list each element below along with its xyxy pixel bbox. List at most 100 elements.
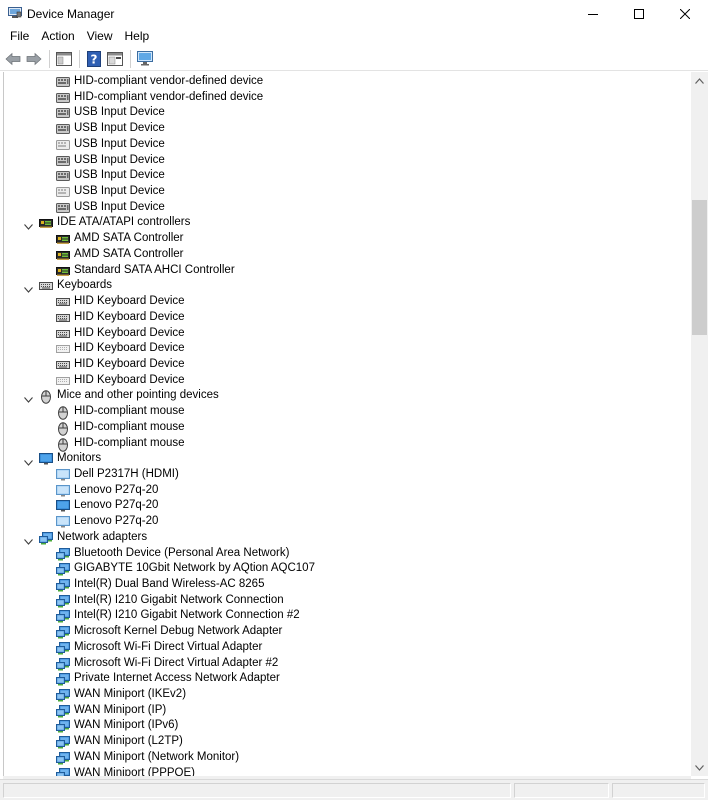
tree-device-usb-input-device[interactable]: USB Input Device: [4, 200, 691, 216]
tree-device-private-internet-access-network-adapter[interactable]: Private Internet Access Network Adapter: [4, 671, 691, 687]
tree-device-hid-compliant-vendor-defined-device[interactable]: HID-compliant vendor-defined device: [4, 74, 691, 90]
scroll-thumb[interactable]: [692, 200, 707, 335]
tree-device-hid-keyboard-device[interactable]: HID Keyboard Device: [4, 373, 691, 389]
tree-item-label: USB Input Device: [74, 185, 165, 198]
tree-item-label: HID Keyboard Device: [74, 357, 185, 370]
tree-item-label: WAN Miniport (Network Monitor): [74, 750, 240, 763]
menu-file[interactable]: File: [4, 27, 35, 46]
tree-device-standard-sata-ahci-controller[interactable]: Standard SATA AHCI Controller: [4, 263, 691, 279]
tree-item-label: Standard SATA AHCI Controller: [74, 263, 235, 276]
tree-device-bluetooth-device-personal-area-network[interactable]: Bluetooth Device (Personal Area Network): [4, 546, 691, 562]
network-device-icon: [56, 673, 70, 686]
tree-device-usb-input-device[interactable]: USB Input Device: [4, 153, 691, 169]
tree-item-label: IDE ATA/ATAPI controllers: [57, 216, 191, 229]
menu-help[interactable]: Help: [119, 27, 156, 46]
tree-item-label: HID-compliant mouse: [74, 420, 185, 433]
network-device-icon: [39, 531, 53, 545]
back-button[interactable]: [3, 49, 23, 69]
chevron-down-icon[interactable]: [24, 392, 33, 404]
tree-device-hid-keyboard-device[interactable]: HID Keyboard Device: [4, 326, 691, 342]
tree-device-wan-miniport-l2tp[interactable]: WAN Miniport (L2TP): [4, 734, 691, 750]
tree-device-lenovo-p27q-20[interactable]: Lenovo P27q-20: [4, 483, 691, 499]
close-button[interactable]: [662, 0, 708, 27]
tree-category-keyboards[interactable]: Keyboards: [4, 278, 691, 294]
status-pane-secondary: [514, 783, 609, 798]
network-device-icon: [56, 736, 70, 749]
ide-device-icon: [56, 265, 70, 277]
tree-device-hid-compliant-mouse[interactable]: HID-compliant mouse: [4, 436, 691, 452]
show-hide-button[interactable]: [105, 49, 125, 69]
tree-device-hid-keyboard-device[interactable]: HID Keyboard Device: [4, 357, 691, 373]
scan-hardware-button[interactable]: [135, 49, 155, 69]
properties-button[interactable]: [54, 49, 74, 69]
tree-device-usb-input-device[interactable]: USB Input Device: [4, 121, 691, 137]
scroll-down-button[interactable]: [691, 759, 708, 776]
tree-device-hid-compliant-mouse[interactable]: HID-compliant mouse: [4, 420, 691, 436]
ide-device-icon: [56, 233, 70, 245]
tree-device-amd-sata-controller[interactable]: AMD SATA Controller: [4, 231, 691, 247]
tree-device-wan-miniport-network-monitor[interactable]: WAN Miniport (Network Monitor): [4, 750, 691, 766]
keyboard-device-icon: [56, 375, 70, 387]
tree-device-hid-keyboard-device[interactable]: HID Keyboard Device: [4, 341, 691, 357]
tree-device-hid-keyboard-device[interactable]: HID Keyboard Device: [4, 294, 691, 310]
tree-category-network-adapters[interactable]: Network adapters: [4, 530, 691, 546]
tree-device-wan-miniport-ip[interactable]: WAN Miniport (IP): [4, 703, 691, 719]
menu-action[interactable]: Action: [35, 27, 80, 46]
scroll-up-button[interactable]: [691, 72, 708, 89]
tree-device-intel-r-i210-gigabit-network-connection-2[interactable]: Intel(R) I210 Gigabit Network Connection…: [4, 608, 691, 624]
tree-device-dell-p2317h-hdmi[interactable]: Dell P2317H (HDMI): [4, 467, 691, 483]
tree-device-intel-r-i210-gigabit-network-connection[interactable]: Intel(R) I210 Gigabit Network Connection: [4, 593, 691, 609]
chevron-down-icon[interactable]: [24, 282, 33, 294]
tree-device-wan-miniport-ipv6[interactable]: WAN Miniport (IPv6): [4, 718, 691, 734]
tree-device-hid-compliant-mouse[interactable]: HID-compliant mouse: [4, 404, 691, 420]
tree-device-intel-r-dual-band-wireless-ac-8265[interactable]: Intel(R) Dual Band Wireless-AC 8265: [4, 577, 691, 593]
tree-category-monitors[interactable]: Monitors: [4, 451, 691, 467]
keyboard-device-icon: [39, 280, 53, 292]
menu-view[interactable]: View: [81, 27, 119, 46]
tree-item-label: Lenovo P27q-20: [74, 483, 159, 496]
tree-device-usb-input-device[interactable]: USB Input Device: [4, 184, 691, 200]
tree-device-wan-miniport-pppoe[interactable]: WAN Miniport (PPPOE): [4, 766, 691, 776]
tree-device-amd-sata-controller[interactable]: AMD SATA Controller: [4, 247, 691, 263]
tree-item-label: Mice and other pointing devices: [57, 389, 219, 402]
menu-bar: File Action View Help: [0, 27, 708, 46]
tree-device-microsoft-wi-fi-direct-virtual-adapter-2[interactable]: Microsoft Wi-Fi Direct Virtual Adapter #…: [4, 656, 691, 672]
tree-device-wan-miniport-ikev2[interactable]: WAN Miniport (IKEv2): [4, 687, 691, 703]
toolbar: ?: [0, 47, 708, 71]
tree-item-label: Dell P2317H (HDMI): [74, 467, 179, 480]
status-bar: [0, 779, 708, 800]
tree-device-lenovo-p27q-20[interactable]: Lenovo P27q-20: [4, 514, 691, 530]
chevron-down-icon[interactable]: [24, 455, 33, 467]
ide-device-icon: [56, 249, 70, 261]
tree-item-label: Bluetooth Device (Personal Area Network): [74, 546, 290, 559]
ide-device-icon: [39, 217, 53, 229]
tree-category-ide-ata-atapi-controllers[interactable]: IDE ATA/ATAPI controllers: [4, 215, 691, 231]
tree-device-usb-input-device[interactable]: USB Input Device: [4, 168, 691, 184]
mouse-device-icon: [56, 406, 70, 420]
chevron-down-icon[interactable]: [24, 219, 33, 231]
tree-device-hid-keyboard-device[interactable]: HID Keyboard Device: [4, 310, 691, 326]
maximize-button[interactable]: [616, 0, 662, 27]
tree-item-label: WAN Miniport (IP): [74, 703, 167, 716]
hid-device-icon: [56, 202, 70, 214]
tree-device-microsoft-wi-fi-direct-virtual-adapter[interactable]: Microsoft Wi-Fi Direct Virtual Adapter: [4, 640, 691, 656]
window-title: Device Manager: [27, 7, 115, 21]
tree-device-microsoft-kernel-debug-network-adapter[interactable]: Microsoft Kernel Debug Network Adapter: [4, 624, 691, 640]
hid-device-icon: [56, 155, 70, 167]
tree-item-label: Keyboards: [57, 279, 112, 292]
tree-device-usb-input-device[interactable]: USB Input Device: [4, 105, 691, 121]
forward-button[interactable]: [24, 49, 44, 69]
svg-text:?: ?: [91, 52, 98, 66]
tree-device-hid-compliant-vendor-defined-device[interactable]: HID-compliant vendor-defined device: [4, 90, 691, 106]
tree-device-usb-input-device[interactable]: USB Input Device: [4, 137, 691, 153]
tree-item-label: GIGABYTE 10Gbit Network by AQtion AQC107: [74, 562, 315, 575]
chevron-down-icon[interactable]: [24, 534, 33, 545]
tree-device-lenovo-p27q-20[interactable]: Lenovo P27q-20: [4, 498, 691, 514]
vertical-scrollbar[interactable]: [691, 72, 708, 776]
tree-device-gigabyte-10gbit-network-by-aqtion-aqc107[interactable]: GIGABYTE 10Gbit Network by AQtion AQC107: [4, 561, 691, 577]
tree-category-mice-and-other-pointing-devices[interactable]: Mice and other pointing devices: [4, 388, 691, 405]
minimize-button[interactable]: [570, 0, 616, 27]
help-button[interactable]: ?: [84, 49, 104, 69]
scan-hardware-icon: [137, 51, 153, 66]
monitor-device-icon: [56, 516, 70, 528]
